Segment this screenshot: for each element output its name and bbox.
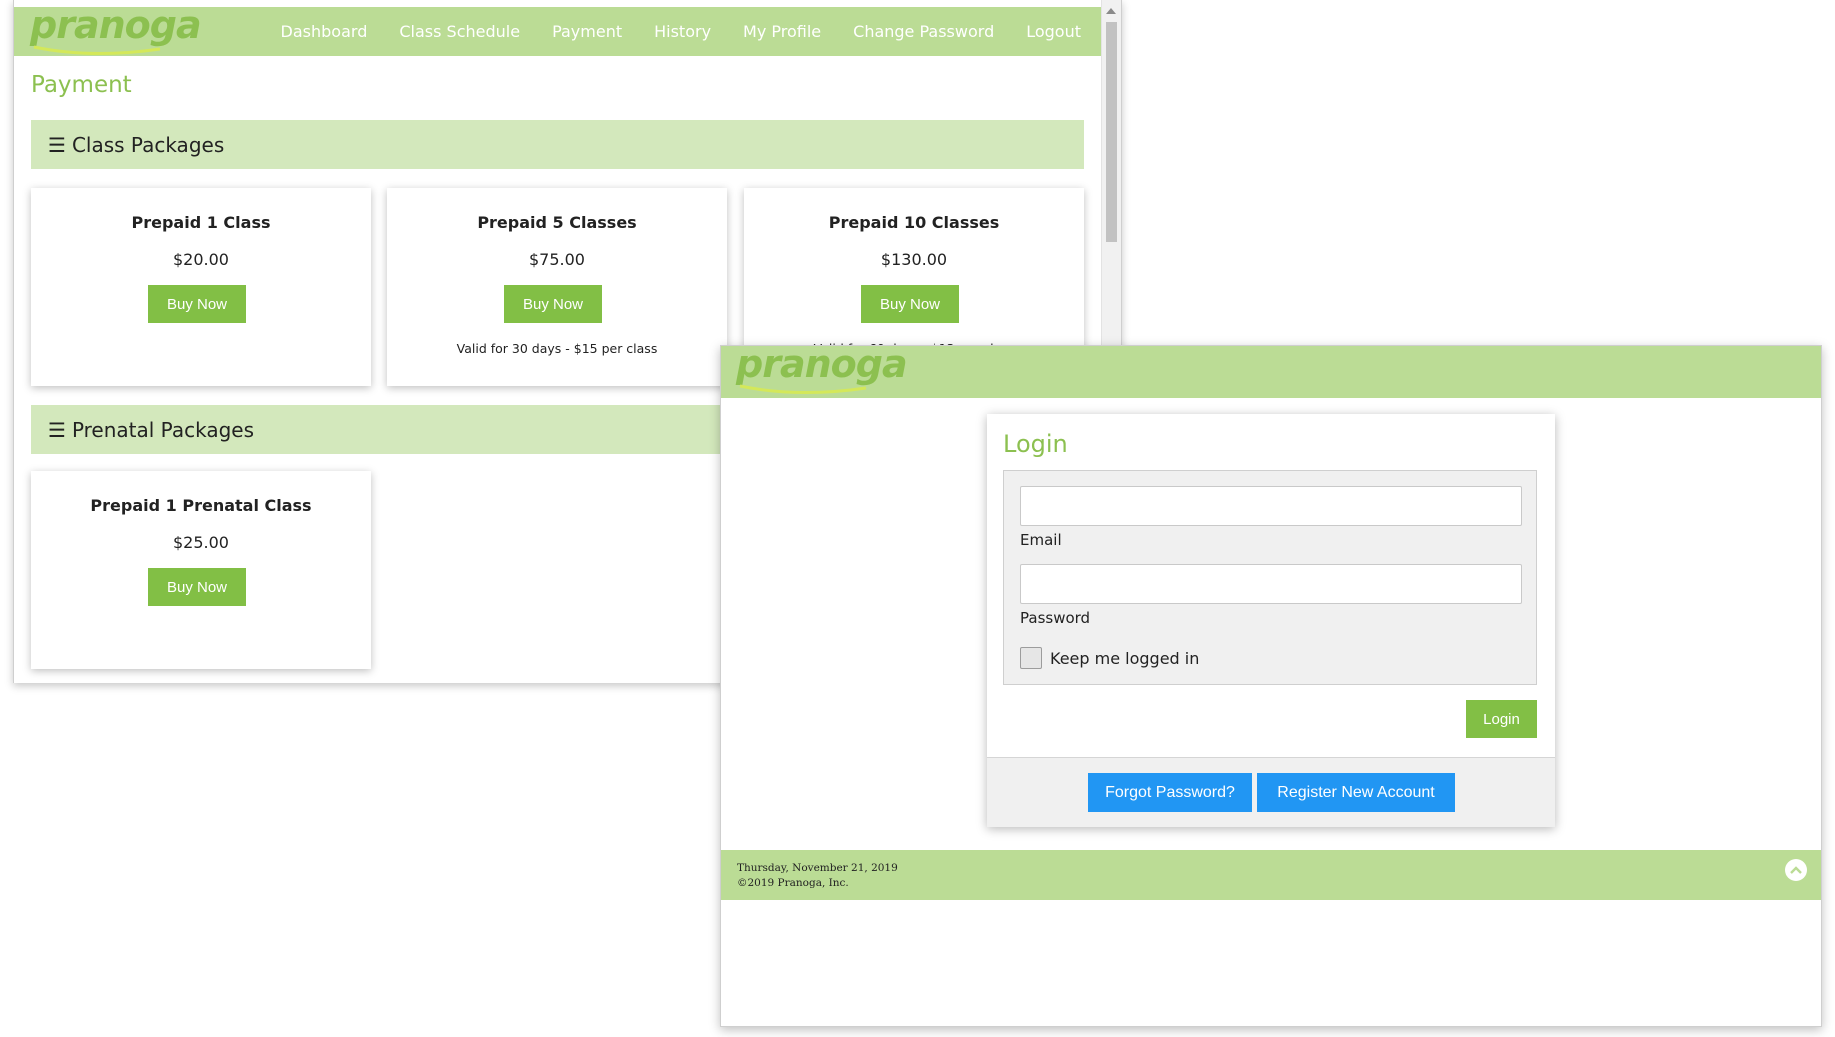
package-name: Prepaid 1 Prenatal Class xyxy=(90,496,312,515)
forgot-password-button[interactable]: Forgot Password? xyxy=(1088,773,1252,812)
main-nav: Dashboard Class Schedule Payment History… xyxy=(281,7,1081,56)
pranoga-logo[interactable]: pranoga xyxy=(736,346,908,395)
nav-dashboard[interactable]: Dashboard xyxy=(281,22,368,41)
package-price: $25.00 xyxy=(173,533,229,552)
page-title: Payment xyxy=(31,72,132,98)
chevron-up-icon xyxy=(1790,866,1802,874)
email-input[interactable] xyxy=(1020,486,1522,526)
logo-swoosh xyxy=(33,45,161,56)
logo-swoosh xyxy=(739,384,867,395)
keep-logged-in-checkbox[interactable] xyxy=(1020,647,1042,669)
nav-change-password[interactable]: Change Password xyxy=(853,22,994,41)
footer-copyright: ©2019 Pranoga, Inc. xyxy=(737,877,849,889)
page-footer: Thursday, November 21, 2019 ©2019 Pranog… xyxy=(721,850,1821,900)
footer-date: Thursday, November 21, 2019 xyxy=(737,862,898,874)
package-name: Prepaid 5 Classes xyxy=(477,213,637,232)
buy-now-button[interactable]: Buy Now xyxy=(504,285,602,323)
package-note: Valid for 30 days - $15 per class xyxy=(456,341,658,356)
package-card: Prepaid 5 Classes $75.00 Buy Now Valid f… xyxy=(387,188,727,386)
buy-now-button[interactable]: Buy Now xyxy=(148,285,246,323)
nav-payment[interactable]: Payment xyxy=(552,22,622,41)
section-title: Prenatal Packages xyxy=(71,417,254,442)
package-price: $75.00 xyxy=(529,250,585,269)
top-navbar: pranoga Dashboard Class Schedule Payment… xyxy=(14,3,1101,56)
buy-now-button[interactable]: Buy Now xyxy=(148,568,246,606)
package-price: $20.00 xyxy=(173,250,229,269)
register-account-button[interactable]: Register New Account xyxy=(1257,773,1455,812)
menu-icon: ☰ xyxy=(48,417,66,442)
package-card: Prepaid 1 Prenatal Class $25.00 Buy Now xyxy=(31,471,371,669)
pranoga-logo[interactable]: pranoga xyxy=(30,3,202,56)
nav-my-profile[interactable]: My Profile xyxy=(743,22,821,41)
email-label: Email xyxy=(1020,531,1062,549)
package-name: Prepaid 10 Classes xyxy=(828,213,1000,232)
scroll-up-arrow-icon[interactable] xyxy=(1106,8,1116,14)
nav-history[interactable]: History xyxy=(654,22,711,41)
package-price: $130.00 xyxy=(880,250,948,269)
login-title: Login xyxy=(1003,430,1068,458)
package-card: Prepaid 1 Class $20.00 Buy Now xyxy=(31,188,371,386)
section-title: Class Packages xyxy=(71,132,225,157)
buy-now-button[interactable]: Buy Now xyxy=(861,285,959,323)
password-label: Password xyxy=(1020,609,1091,627)
login-form: Email Password Keep me logged in xyxy=(1003,470,1537,685)
login-card: Login Email Password Keep me logged in L… xyxy=(987,414,1555,827)
back-to-top-button[interactable] xyxy=(1785,859,1807,881)
section-class-packages[interactable]: ☰ Class Packages xyxy=(31,120,1084,169)
nav-logout[interactable]: Logout xyxy=(1026,22,1081,41)
menu-icon: ☰ xyxy=(48,132,66,157)
package-name: Prepaid 1 Class xyxy=(131,213,271,232)
nav-class-schedule[interactable]: Class Schedule xyxy=(399,22,520,41)
scroll-thumb[interactable] xyxy=(1106,22,1117,242)
login-header: pranoga xyxy=(721,346,1821,398)
login-card-footer: Forgot Password? Register New Account xyxy=(987,757,1555,827)
login-window: pranoga Login Email Password Keep me log… xyxy=(720,345,1822,1027)
password-input[interactable] xyxy=(1020,564,1522,604)
keep-logged-in-label[interactable]: Keep me logged in xyxy=(1050,649,1199,668)
login-button[interactable]: Login xyxy=(1466,700,1537,738)
